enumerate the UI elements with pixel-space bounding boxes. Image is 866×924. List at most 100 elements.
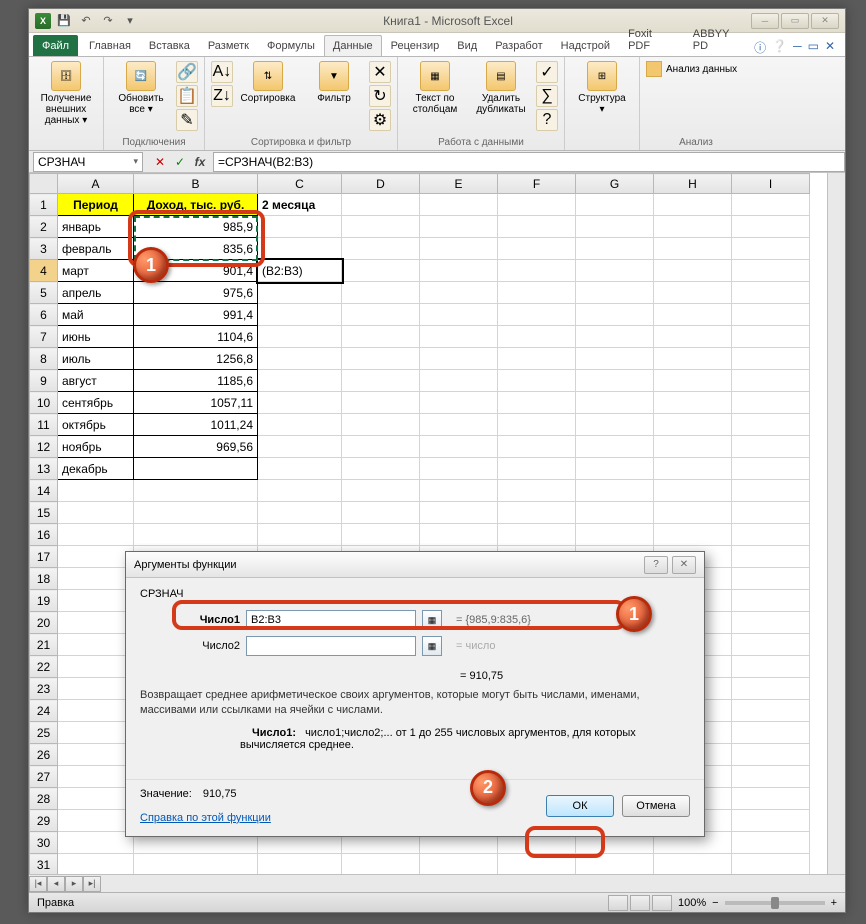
- doc-close-icon[interactable]: ✕: [825, 39, 835, 56]
- cell[interactable]: 1011,24: [134, 414, 258, 436]
- row-header[interactable]: 7: [30, 326, 58, 348]
- col-header-h[interactable]: H: [654, 174, 732, 194]
- page-layout-view-icon[interactable]: [630, 895, 650, 911]
- cell[interactable]: 1057,11: [134, 392, 258, 414]
- cell[interactable]: [134, 458, 258, 480]
- sort-asc-icon[interactable]: A↓: [211, 61, 233, 83]
- row-header[interactable]: 25: [30, 722, 58, 744]
- cell[interactable]: [576, 194, 654, 216]
- cell[interactable]: [258, 282, 342, 304]
- cell[interactable]: [576, 282, 654, 304]
- cell[interactable]: [342, 414, 420, 436]
- select-all-corner[interactable]: [30, 174, 58, 194]
- row-header[interactable]: 11: [30, 414, 58, 436]
- ok-button[interactable]: ОК: [546, 795, 614, 817]
- cell[interactable]: [498, 194, 576, 216]
- cell[interactable]: [732, 788, 810, 810]
- row-header[interactable]: 30: [30, 832, 58, 854]
- cell[interactable]: [576, 436, 654, 458]
- cell[interactable]: [498, 238, 576, 260]
- cell[interactable]: [498, 348, 576, 370]
- row-header[interactable]: 4: [30, 260, 58, 282]
- row-header[interactable]: 5: [30, 282, 58, 304]
- row-header[interactable]: 13: [30, 458, 58, 480]
- col-header-f[interactable]: F: [498, 174, 576, 194]
- col-header-e[interactable]: E: [420, 174, 498, 194]
- cell[interactable]: [258, 392, 342, 414]
- cell[interactable]: [342, 348, 420, 370]
- whatif-icon[interactable]: ?: [536, 109, 558, 131]
- cell[interactable]: [58, 854, 134, 876]
- cell[interactable]: [258, 216, 342, 238]
- cell[interactable]: [420, 436, 498, 458]
- doc-restore-icon[interactable]: ▭: [808, 39, 819, 56]
- col-header-g[interactable]: G: [576, 174, 654, 194]
- cell[interactable]: [654, 480, 732, 502]
- arg1-range-picker-icon[interactable]: ▦: [422, 610, 442, 630]
- cell[interactable]: [654, 238, 732, 260]
- cell[interactable]: [420, 370, 498, 392]
- tab-file[interactable]: Файл: [33, 35, 78, 56]
- cell[interactable]: [654, 458, 732, 480]
- cell[interactable]: декабрь: [58, 458, 134, 480]
- cell[interactable]: [732, 832, 810, 854]
- cell[interactable]: [576, 480, 654, 502]
- cell[interactable]: [498, 370, 576, 392]
- cell[interactable]: [420, 414, 498, 436]
- row-header[interactable]: 12: [30, 436, 58, 458]
- cell[interactable]: 991,4: [134, 304, 258, 326]
- cell[interactable]: [732, 282, 810, 304]
- cell[interactable]: [258, 326, 342, 348]
- cell[interactable]: [420, 502, 498, 524]
- cell[interactable]: [576, 370, 654, 392]
- cell[interactable]: [732, 194, 810, 216]
- arg2-input[interactable]: [246, 636, 416, 656]
- cell[interactable]: [420, 216, 498, 238]
- cell[interactable]: [134, 480, 258, 502]
- row-header[interactable]: 1: [30, 194, 58, 216]
- cell[interactable]: (B2:B3): [258, 260, 342, 282]
- cell[interactable]: [258, 502, 342, 524]
- cell[interactable]: [498, 282, 576, 304]
- cell[interactable]: [58, 788, 134, 810]
- cell[interactable]: [258, 414, 342, 436]
- arg1-input[interactable]: B2:B3: [246, 610, 416, 630]
- doc-minimize-icon[interactable]: ─: [793, 39, 802, 56]
- cell[interactable]: [258, 436, 342, 458]
- cell[interactable]: [732, 260, 810, 282]
- cell[interactable]: [342, 524, 420, 546]
- cell[interactable]: [420, 480, 498, 502]
- zoom-out-icon[interactable]: −: [712, 897, 718, 909]
- cell[interactable]: [58, 502, 134, 524]
- tab-review[interactable]: Рецензир: [382, 35, 449, 56]
- cell[interactable]: [576, 216, 654, 238]
- cell[interactable]: [342, 436, 420, 458]
- cell[interactable]: [420, 326, 498, 348]
- cell[interactable]: август: [58, 370, 134, 392]
- cell[interactable]: [134, 854, 258, 876]
- namebox-dropdown-icon[interactable]: ▾: [133, 156, 138, 167]
- refresh-all-button[interactable]: 🔄 Обновить все ▾: [110, 61, 172, 115]
- tab-addins[interactable]: Надстрой: [552, 35, 619, 56]
- row-header[interactable]: 15: [30, 502, 58, 524]
- cell[interactable]: [420, 304, 498, 326]
- cell[interactable]: [654, 854, 732, 876]
- zoom-in-icon[interactable]: +: [831, 897, 837, 909]
- cell[interactable]: [732, 810, 810, 832]
- sheet-prev-icon[interactable]: ◂: [47, 876, 65, 892]
- cell[interactable]: [420, 458, 498, 480]
- cell[interactable]: [342, 194, 420, 216]
- col-header-c[interactable]: C: [258, 174, 342, 194]
- cell[interactable]: [420, 348, 498, 370]
- cell[interactable]: [732, 678, 810, 700]
- name-box[interactable]: СРЗНАЧ ▾: [33, 152, 143, 172]
- cell[interactable]: [498, 854, 576, 876]
- cell[interactable]: [576, 854, 654, 876]
- cell[interactable]: [732, 634, 810, 656]
- cell[interactable]: [58, 700, 134, 722]
- filter-button[interactable]: ▼ Фильтр: [303, 61, 365, 104]
- row-header[interactable]: 14: [30, 480, 58, 502]
- cell[interactable]: [732, 700, 810, 722]
- cell[interactable]: [732, 766, 810, 788]
- cell[interactable]: [498, 216, 576, 238]
